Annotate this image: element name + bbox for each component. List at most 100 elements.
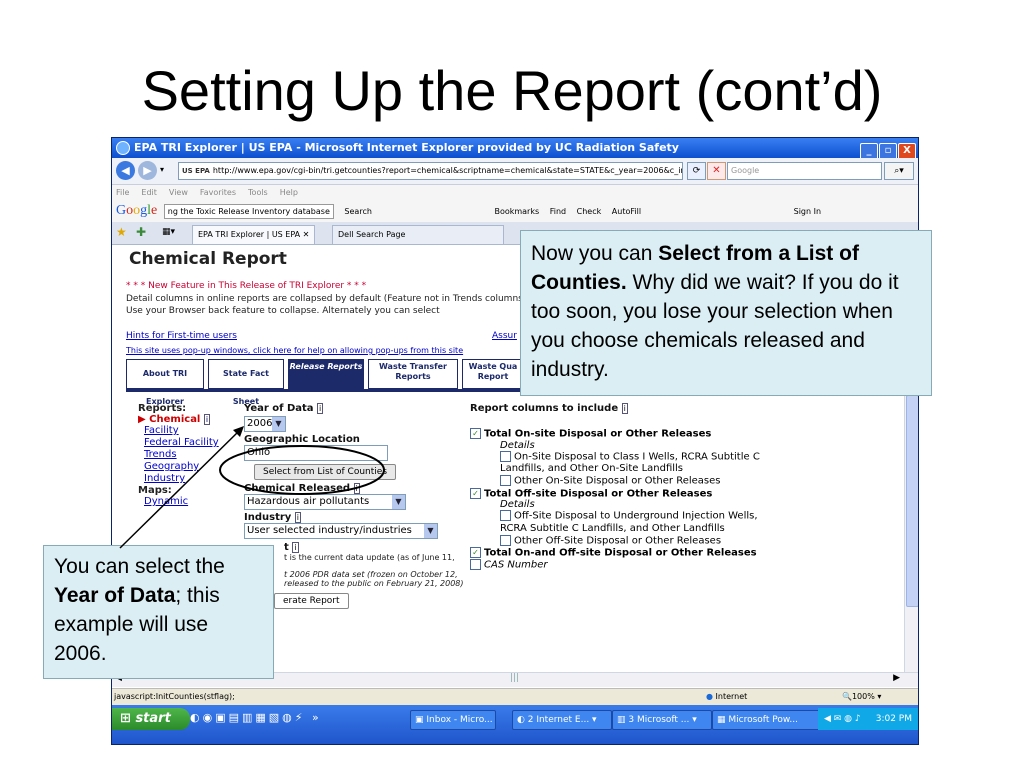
favorites-star-icon[interactable]: ★ bbox=[116, 225, 127, 239]
ie-icon bbox=[116, 141, 130, 155]
info-icon[interactable]: i bbox=[203, 414, 211, 425]
taskbar: ⊞ start ◐◉▣▤▥▦▧◍⚡ » ▣ Inbox - Micro... ◐… bbox=[112, 705, 918, 744]
checkbox-icon[interactable] bbox=[500, 510, 511, 521]
hints-link[interactable]: Hints for First-time users bbox=[126, 331, 237, 341]
tab-waste-quantity[interactable]: Waste Qua Report bbox=[462, 359, 524, 389]
checkbox-icon[interactable] bbox=[470, 558, 481, 570]
nav-dynamic[interactable]: Dynamic bbox=[144, 496, 238, 508]
nav-facility[interactable]: Facility bbox=[144, 425, 238, 437]
tab-waste-transfer[interactable]: Waste Transfer Reports bbox=[368, 359, 458, 389]
checkbox-icon[interactable] bbox=[500, 450, 511, 462]
address-input[interactable]: US EPA http://www.epa.gov/cgi-bin/tri.get… bbox=[178, 162, 683, 180]
nav-industry[interactable]: Industry bbox=[144, 473, 238, 485]
col-total-offsite[interactable]: ✓ Total Off-site Disposal or Other Releas… bbox=[470, 487, 760, 499]
find-button[interactable]: Find bbox=[550, 207, 566, 216]
select-counties-wrap: Select from List of Counties bbox=[254, 464, 464, 480]
col-total-onsite[interactable]: ✓ Total On-site Disposal or Other Release… bbox=[470, 428, 760, 440]
nav-geography[interactable]: Geography bbox=[144, 461, 238, 473]
col-label: On-Site Disposal to Class I Wells, RCRA … bbox=[500, 451, 760, 474]
col-other-onsite[interactable]: Other On-Site Disposal or Other Releases bbox=[500, 475, 760, 488]
info-icon[interactable]: i bbox=[621, 403, 628, 414]
forward-arrow-icon[interactable]: ▶ bbox=[138, 161, 157, 180]
year-value: 2006 bbox=[247, 418, 273, 429]
state-select[interactable]: Ohio bbox=[244, 445, 388, 461]
col-offsite-underground[interactable]: Off-Site Disposal to Underground Injecti… bbox=[500, 510, 760, 535]
task-internet[interactable]: ◐ 2 Internet E... ▾ bbox=[512, 710, 612, 730]
assurance-link[interactable]: Assur bbox=[492, 331, 517, 341]
checkbox-icon[interactable] bbox=[500, 475, 511, 486]
nav-federal-facility[interactable]: Federal Facility bbox=[144, 437, 238, 449]
chevron-down-icon: ▼ bbox=[272, 417, 285, 431]
col-onsite-class1[interactable]: On-Site Disposal to Class I Wells, RCRA … bbox=[500, 450, 760, 476]
tab-dell-search[interactable]: Dell Search Page bbox=[332, 225, 504, 244]
nav-chemical-current[interactable]: ▶ Chemical i bbox=[138, 414, 238, 425]
menu-favorites[interactable]: Favorites bbox=[200, 188, 236, 197]
chemical-select[interactable]: Hazardous air pollutants ▼ bbox=[244, 494, 406, 510]
col-cas-number[interactable]: CAS Number bbox=[470, 558, 760, 570]
google-search-input[interactable]: ng the Toxic Release Inventory database bbox=[163, 204, 334, 219]
chevron-down-icon: ▼ bbox=[392, 495, 405, 509]
menu-help[interactable]: Help bbox=[280, 188, 298, 197]
menu-file[interactable]: File bbox=[116, 188, 129, 197]
task-powerpoint[interactable]: ▦ Microsoft Pow... bbox=[712, 710, 822, 730]
select-counties-button[interactable]: Select from List of Counties bbox=[254, 464, 397, 480]
checkbox-checked-icon[interactable]: ✓ bbox=[470, 487, 481, 499]
col-total-on-off[interactable]: ✓ Total On-and Off-site Disposal or Other… bbox=[470, 547, 760, 559]
word-icon: ▥ bbox=[617, 715, 626, 725]
bookmarks-button[interactable]: Bookmarks bbox=[494, 207, 539, 216]
checkbox-checked-icon[interactable]: ✓ bbox=[470, 547, 481, 558]
col-other-offsite[interactable]: Other Off-Site Disposal or Other Release… bbox=[500, 534, 760, 548]
col-label: Total Off-site Disposal or Other Release… bbox=[484, 488, 713, 499]
year-select[interactable]: 2006 ▼ bbox=[244, 416, 286, 432]
search-icon[interactable]: ⌕▾ bbox=[884, 162, 914, 180]
report-form: Year of Data i 2006 ▼ Geographic Location… bbox=[244, 403, 464, 609]
col-label: Total On-site Disposal or Other Releases bbox=[484, 428, 712, 440]
scroll-grip-icon[interactable]: ||| bbox=[510, 673, 519, 683]
search-input[interactable]: Google bbox=[727, 162, 882, 180]
menu-edit[interactable]: Edit bbox=[141, 188, 157, 197]
dropdown-icon[interactable]: ▾ bbox=[160, 165, 164, 174]
start-button[interactable]: ⊞ start bbox=[112, 708, 190, 730]
task-label: Inbox - Micro... bbox=[426, 715, 493, 725]
scroll-thumb[interactable] bbox=[906, 395, 918, 607]
industry-select[interactable]: User selected industry/industries ▼ bbox=[244, 523, 438, 539]
add-favorites-icon[interactable]: ✚ bbox=[136, 225, 146, 239]
scroll-right-icon[interactable]: ▶ bbox=[893, 673, 900, 683]
col-label: Other Off-Site Disposal or Other Release… bbox=[514, 535, 722, 546]
tab-release-reports[interactable]: Release Reports bbox=[288, 359, 364, 389]
nav-trends[interactable]: Trends bbox=[144, 449, 238, 461]
stop-icon[interactable]: ✕ bbox=[707, 162, 726, 180]
info-icon[interactable]: i bbox=[294, 512, 302, 523]
task-microsoft[interactable]: ▥ 3 Microsoft ... ▾ bbox=[612, 710, 712, 730]
task-label: Microsoft Pow... bbox=[728, 715, 798, 725]
geo-label: Geographic Location bbox=[244, 434, 360, 445]
back-arrow-icon[interactable]: ◀ bbox=[116, 161, 135, 180]
year-label-text: Year of Data bbox=[244, 403, 314, 414]
callout-select-counties: Now you can Select from a List of Counti… bbox=[520, 230, 932, 396]
zoom-control[interactable]: 🔍100% ▾ bbox=[842, 689, 881, 705]
checkbox-icon[interactable] bbox=[500, 534, 511, 546]
quick-launch-icons[interactable]: ◐◉▣▤▥▦▧◍⚡ » bbox=[190, 711, 322, 724]
info-icon[interactable]: i bbox=[317, 403, 324, 414]
sign-in-button[interactable]: Sign In bbox=[794, 207, 821, 216]
chevron-down-icon: ▼ bbox=[424, 524, 437, 538]
col-label: Off-Site Disposal to Underground Injecti… bbox=[500, 510, 758, 534]
menu-tools[interactable]: Tools bbox=[248, 188, 268, 197]
checkbox-checked-icon[interactable]: ✓ bbox=[470, 428, 481, 439]
tab-list-icon[interactable]: ▦▾ bbox=[162, 227, 175, 237]
google-search-button[interactable]: Search bbox=[344, 207, 371, 216]
autofill-button[interactable]: AutoFill bbox=[612, 207, 641, 216]
task-inbox[interactable]: ▣ Inbox - Micro... bbox=[410, 710, 496, 730]
info-icon[interactable]: i bbox=[353, 483, 360, 494]
check-button[interactable]: Check bbox=[577, 207, 602, 216]
popups-help-link[interactable]: This site uses pop-up windows, click her… bbox=[126, 346, 463, 355]
tab-about-tri[interactable]: About TRI Explorer bbox=[126, 359, 204, 406]
refresh-icon[interactable]: ⟳ bbox=[687, 162, 706, 180]
generate-report-button[interactable]: erate Report bbox=[274, 593, 349, 609]
tab-epa-tri[interactable]: EPA TRI Explorer | US EPA ✕ bbox=[192, 225, 316, 244]
tray-icons[interactable]: ◀ ✉ ◍ ♪ bbox=[824, 714, 861, 724]
tab-state-fact[interactable]: State Fact Sheet bbox=[208, 359, 284, 406]
info-icon[interactable]: i bbox=[292, 542, 299, 553]
menu-view[interactable]: View bbox=[169, 188, 188, 197]
address-bar: ◀ ▶ ▾ US EPA http://www.epa.gov/cgi-bin/t… bbox=[112, 158, 918, 185]
